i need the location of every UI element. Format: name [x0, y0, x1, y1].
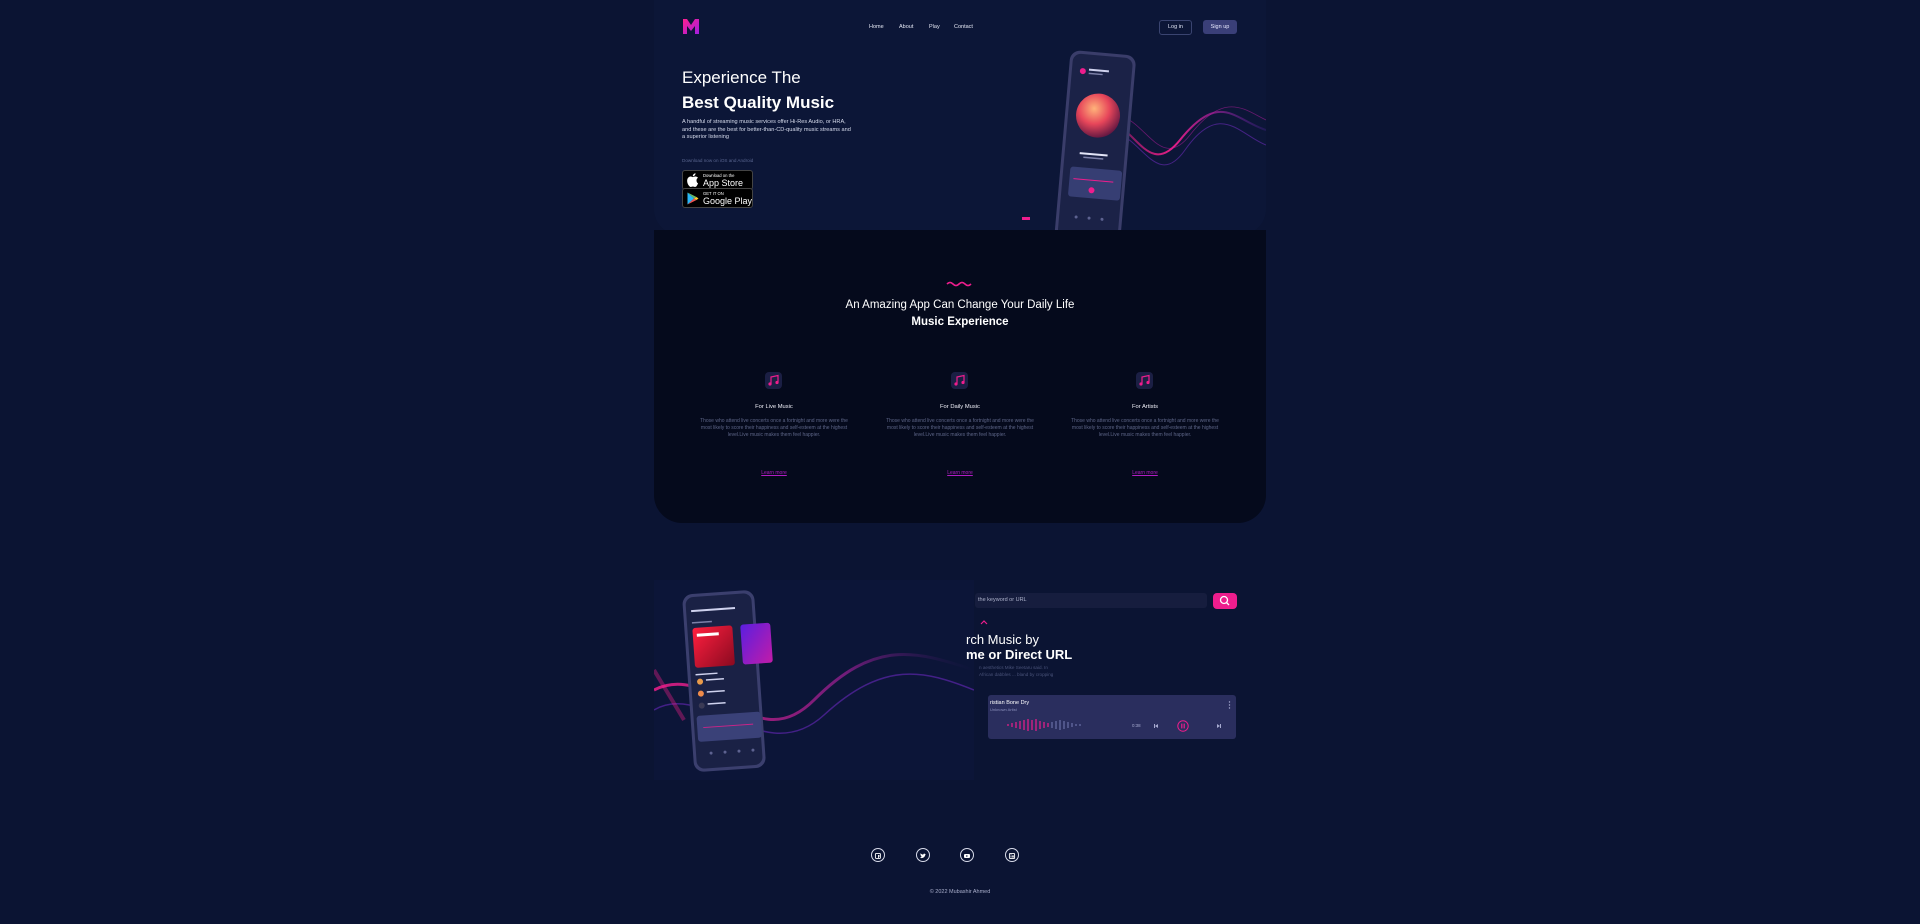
- feature-link-artists[interactable]: Learn more: [1065, 470, 1225, 476]
- chevron-up-icon: [980, 620, 988, 625]
- nav-play[interactable]: Play: [929, 24, 940, 30]
- search-input[interactable]: the keyword or URL: [975, 593, 1207, 608]
- search-title-line1: rch Music by: [966, 632, 1039, 647]
- player-title: ristian Bone Dry: [990, 700, 1030, 706]
- feature-title-daily: For Daily Music: [940, 404, 980, 410]
- login-button[interactable]: Log in: [1159, 20, 1192, 35]
- player-time: 0:38: [1132, 723, 1141, 728]
- search-description: n aesthetics Mike Seetaru said. In Afric…: [979, 665, 1054, 677]
- search-title-line2: me or Direct URL: [966, 647, 1073, 662]
- logo-icon[interactable]: [682, 18, 700, 35]
- next-icon[interactable]: [1216, 723, 1222, 729]
- audio-player: ristian Bone Dry Unknown Artist 0:38: [988, 695, 1236, 739]
- wave-divider-icon: [946, 281, 972, 287]
- hero-title-line1: Experience The: [682, 68, 801, 87]
- music-note-icon: [1136, 372, 1153, 389]
- feature-link-daily[interactable]: Learn more: [880, 470, 1040, 476]
- nav-contact[interactable]: Contact: [954, 24, 973, 30]
- features-title-line2: Music Experience: [911, 316, 1009, 328]
- signup-button[interactable]: Sign up: [1203, 20, 1237, 34]
- app-store-big: App Store: [703, 178, 744, 188]
- search-icon: [1219, 595, 1230, 606]
- feature-desc-live: Those who attend live concerts once a fo…: [700, 418, 848, 439]
- pause-button[interactable]: [1177, 720, 1189, 732]
- music-note-icon: [951, 372, 968, 389]
- nav-about[interactable]: About: [899, 24, 913, 30]
- nav-home[interactable]: Home: [869, 24, 884, 30]
- youtube-icon[interactable]: [960, 848, 974, 862]
- feature-desc-daily: Those who attend live concerts once a fo…: [886, 418, 1034, 439]
- more-icon[interactable]: [1228, 701, 1231, 709]
- feature-title-live: For Live Music: [755, 404, 793, 410]
- hero-description: A handful of streaming music services of…: [682, 119, 851, 141]
- search-phone-illustration: [654, 580, 974, 780]
- app-store-button[interactable]: Download on the App Store: [682, 170, 753, 190]
- feature-desc-artists: Those who attend live concerts once a fo…: [1071, 418, 1219, 439]
- search-button[interactable]: [1213, 593, 1237, 609]
- feature-link-live[interactable]: Learn more: [694, 470, 854, 476]
- apple-icon: [687, 173, 699, 187]
- feature-title-artists: For Artists: [1131, 404, 1159, 410]
- waveform-icon: [1007, 719, 1081, 731]
- facebook-icon[interactable]: [871, 848, 885, 862]
- copyright: © 2022 Mubashir Ahmed: [929, 889, 991, 895]
- google-play-button[interactable]: GET IT ON Google Play: [682, 188, 753, 208]
- prev-icon[interactable]: [1153, 723, 1159, 729]
- hero-phone-illustration: [1022, 50, 1266, 245]
- twitter-icon[interactable]: [916, 848, 930, 862]
- music-note-icon: [765, 372, 782, 389]
- linkedin-icon[interactable]: [1005, 848, 1019, 862]
- google-play-icon: [687, 192, 699, 205]
- player-subtitle: Unknown Artist: [990, 707, 1017, 712]
- google-play-big: Google Play: [703, 196, 753, 206]
- download-note: Download now on iOS and Android: [682, 158, 754, 163]
- features-title-line1: An Amazing App Can Change Your Daily Lif…: [845, 299, 1075, 311]
- hero-title-line2: Best Quality Music: [682, 93, 835, 112]
